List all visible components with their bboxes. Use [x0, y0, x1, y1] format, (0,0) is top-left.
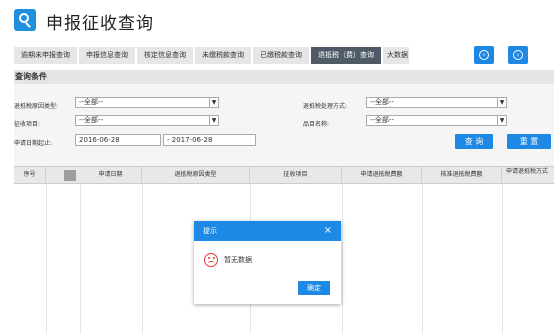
tab-prev-button[interactable]: ‹ [474, 46, 494, 64]
close-icon[interactable]: × [324, 221, 332, 241]
refund-type-label: 退抵税原因类型: [14, 103, 59, 110]
query-panel-title: 查询条件 [14, 70, 554, 84]
item-name-label: 品目名称: [303, 121, 330, 128]
ok-button[interactable]: 确定 [298, 281, 330, 295]
col-refund-method: 申请退抵税方式 [505, 168, 548, 175]
grid-divider [342, 184, 343, 334]
col-levy-item: 征收项目 [250, 167, 342, 183]
reset-button[interactable]: 重 置 [507, 134, 551, 149]
tab-unpaid-tax[interactable]: 未缴税款查询 [195, 47, 251, 64]
process-method-value: --全部-- [370, 98, 395, 106]
tab-next-button[interactable]: › [508, 46, 528, 64]
search-icon [14, 9, 36, 31]
date-to-input[interactable]: - 2017-06-28 [163, 134, 256, 146]
sad-face-icon [204, 253, 218, 267]
levy-item-label: 征收项目: [14, 121, 41, 128]
process-method-select[interactable]: --全部-- ▼ [366, 97, 507, 108]
chevron-left-icon: ‹ [479, 50, 489, 60]
refund-type-value: --全部-- [79, 98, 104, 106]
col-seq: 序号 [14, 167, 46, 183]
grid-divider [142, 184, 143, 334]
date-from-input[interactable]: 2016-06-28 [75, 134, 161, 146]
item-name-value: --全部-- [370, 116, 395, 124]
chevron-right-icon: › [513, 50, 523, 60]
dialog-title: 提示 [203, 227, 217, 235]
col-approved-amount: 核准退抵税费额 [422, 167, 502, 183]
process-method-label: 退抵税处理方式: [303, 103, 348, 110]
chevron-down-icon: ▼ [497, 116, 506, 125]
grid-divider [46, 184, 47, 334]
levy-item-value: --全部-- [79, 116, 104, 124]
page-title: 申报征收查询 [46, 14, 154, 34]
tab-paid-tax[interactable]: 已缴税款查询 [253, 47, 309, 64]
tab-declaration-info[interactable]: 申报信息查询 [79, 47, 135, 64]
date-range-label: 申请日期起止: [14, 140, 53, 147]
tab-assessment-info[interactable]: 核定信息查询 [137, 47, 193, 64]
query-button[interactable]: 查 询 [455, 134, 493, 149]
tab-refund-query[interactable]: 退抵税（费）查询 [311, 47, 381, 64]
select-all-checkbox[interactable] [64, 170, 76, 181]
chevron-down-icon: ▼ [497, 98, 506, 107]
dialog-header: 提示 × [194, 221, 341, 241]
col-apply-amount: 申请退抵税费额 [342, 167, 422, 183]
chevron-down-icon: ▼ [209, 98, 218, 107]
col-refund-type: 退抵税原因类型 [142, 167, 250, 183]
tab-big-data[interactable]: 大数据 [383, 47, 409, 64]
levy-item-select[interactable]: --全部-- ▼ [75, 115, 219, 126]
tab-overdue-undeclared[interactable]: 逾期未申报查询 [14, 47, 77, 64]
grid-divider [502, 184, 503, 334]
grid-divider [80, 184, 81, 334]
refund-type-select[interactable]: --全部-- ▼ [75, 97, 219, 108]
item-name-select[interactable]: --全部-- ▼ [366, 115, 507, 126]
dialog-message: 暂无数据 [224, 256, 252, 264]
tab-bar: 逾期未申报查询 申报信息查询 核定信息查询 未缴税款查询 已缴税款查询 退抵税（… [14, 47, 409, 64]
chevron-down-icon: ▼ [209, 116, 218, 125]
grid-header: 序号 申请日期 退抵税原因类型 征收项目 申请退抵税费额 核准退抵税费额 申请退… [14, 166, 554, 184]
col-apply-date: 申请日期 [80, 167, 142, 183]
page-header: 申报征收查询 [0, 0, 554, 42]
grid-divider [422, 184, 423, 334]
no-data-dialog: 提示 × 暂无数据 确定 [194, 221, 341, 304]
